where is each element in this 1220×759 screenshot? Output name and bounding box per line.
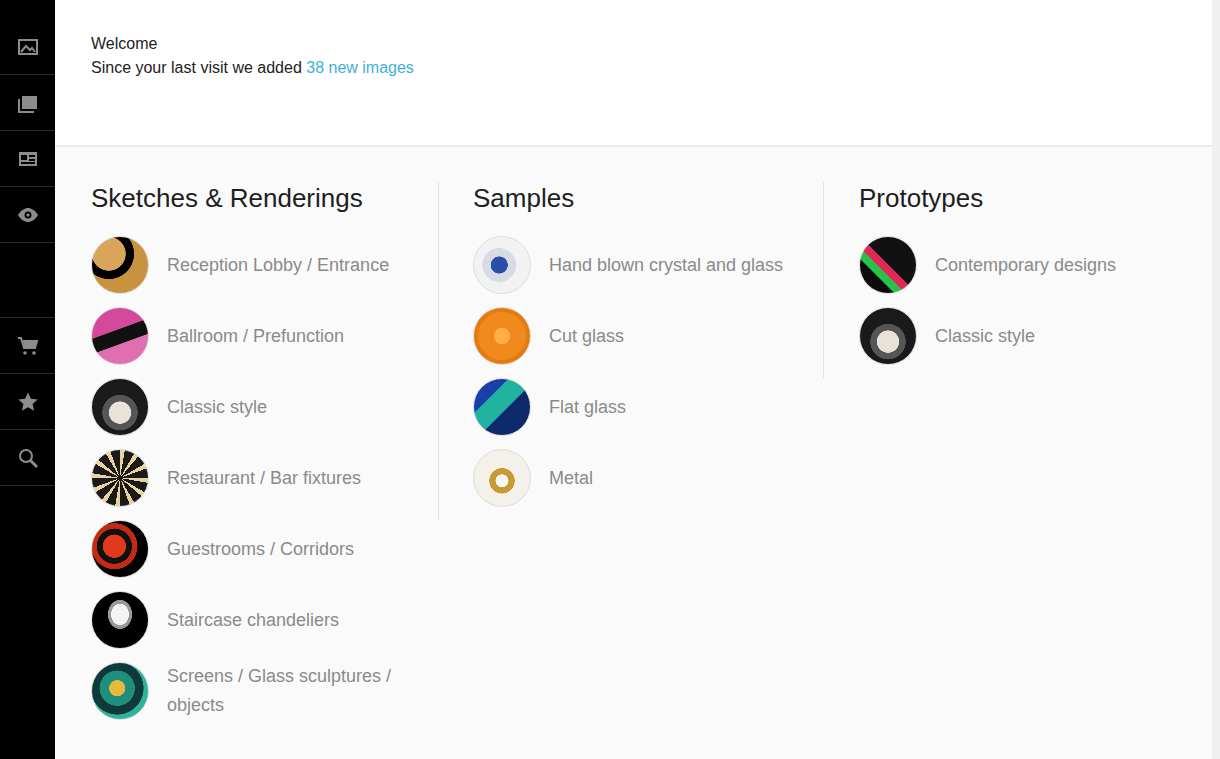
category-thumbnail — [473, 236, 531, 294]
category-thumbnail — [473, 449, 531, 507]
sidebar — [0, 0, 55, 759]
card-icon — [16, 147, 40, 171]
category-label: Hand blown crystal and glass — [549, 251, 783, 280]
category-thumbnail — [473, 378, 531, 436]
stack-icon — [16, 91, 40, 115]
section-title: Sketches & Renderings — [91, 182, 418, 214]
category-label: Ballroom / Prefunction — [167, 322, 344, 351]
section-title: Prototypes — [859, 182, 1192, 214]
category-item[interactable]: Classic style — [91, 378, 418, 436]
category-column: Prototypes Contemporary designs Classic st… — [823, 182, 1212, 378]
category-item[interactable]: Staircase chandeliers — [91, 591, 418, 649]
category-label: Restaurant / Bar fixtures — [167, 464, 361, 493]
category-item[interactable]: Restaurant / Bar fixtures — [91, 449, 418, 507]
category-thumbnail — [91, 662, 149, 720]
category-label: Screens / Glass sculptures / objects — [167, 662, 412, 720]
category-item[interactable]: Ballroom / Prefunction — [91, 307, 418, 365]
category-item[interactable]: Screens / Glass sculptures / objects — [91, 662, 418, 720]
category-thumbnail — [91, 307, 149, 365]
category-thumbnail — [473, 307, 531, 365]
search-button[interactable] — [0, 430, 55, 486]
welcome-header: WelcomeSince your last visit we added 38… — [55, 0, 1212, 147]
star-icon — [16, 390, 40, 414]
category-thumbnail — [91, 591, 149, 649]
category-label: Cut glass — [549, 322, 624, 351]
category-thumbnail — [91, 236, 149, 294]
category-item[interactable]: Guestrooms / Corridors — [91, 520, 418, 578]
category-label: Guestrooms / Corridors — [167, 535, 354, 564]
category-sections: Sketches & Renderings Reception Lobby / E… — [55, 147, 1212, 733]
card-button[interactable] — [0, 131, 55, 187]
category-item[interactable]: Cut glass — [473, 307, 803, 365]
category-label: Metal — [549, 464, 593, 493]
category-thumbnail — [859, 236, 917, 294]
category-thumbnail — [859, 307, 917, 365]
category-column: Samples Hand blown crystal and glass Cut g… — [438, 182, 823, 520]
category-item[interactable]: Flat glass — [473, 378, 803, 436]
welcome-message-line: Since your last visit we added 38 new im… — [91, 56, 1176, 80]
main-content: WelcomeSince your last visit we added 38… — [55, 0, 1220, 759]
sidebar-spacer — [0, 243, 55, 318]
star-button[interactable] — [0, 374, 55, 430]
image-button[interactable] — [0, 19, 55, 75]
category-item[interactable]: Reception Lobby / Entrance — [91, 236, 418, 294]
stack-button[interactable] — [0, 75, 55, 131]
category-item[interactable]: Metal — [473, 449, 803, 507]
category-thumbnail — [91, 520, 149, 578]
category-label: Flat glass — [549, 393, 626, 422]
eye-icon — [16, 203, 40, 227]
category-item[interactable]: Classic style — [859, 307, 1192, 365]
section-title: Samples — [473, 182, 803, 214]
category-item[interactable]: Hand blown crystal and glass — [473, 236, 803, 294]
welcome-message: Since your last visit we added — [91, 59, 302, 76]
eye-button[interactable] — [0, 187, 55, 243]
category-label: Classic style — [935, 322, 1035, 351]
welcome-title: Welcome — [91, 32, 1176, 56]
category-item[interactable]: Contemporary designs — [859, 236, 1192, 294]
new-images-link[interactable]: 38 new images — [306, 59, 414, 76]
category-label: Classic style — [167, 393, 267, 422]
image-icon — [16, 35, 40, 59]
cart-button[interactable] — [0, 318, 55, 374]
category-thumbnail — [91, 378, 149, 436]
category-column: Sketches & Renderings Reception Lobby / E… — [55, 182, 438, 733]
search-icon — [16, 446, 40, 470]
category-label: Contemporary designs — [935, 251, 1116, 280]
category-thumbnail — [91, 449, 149, 507]
cart-icon — [16, 334, 40, 358]
category-label: Staircase chandeliers — [167, 606, 339, 635]
category-label: Reception Lobby / Entrance — [167, 251, 389, 280]
